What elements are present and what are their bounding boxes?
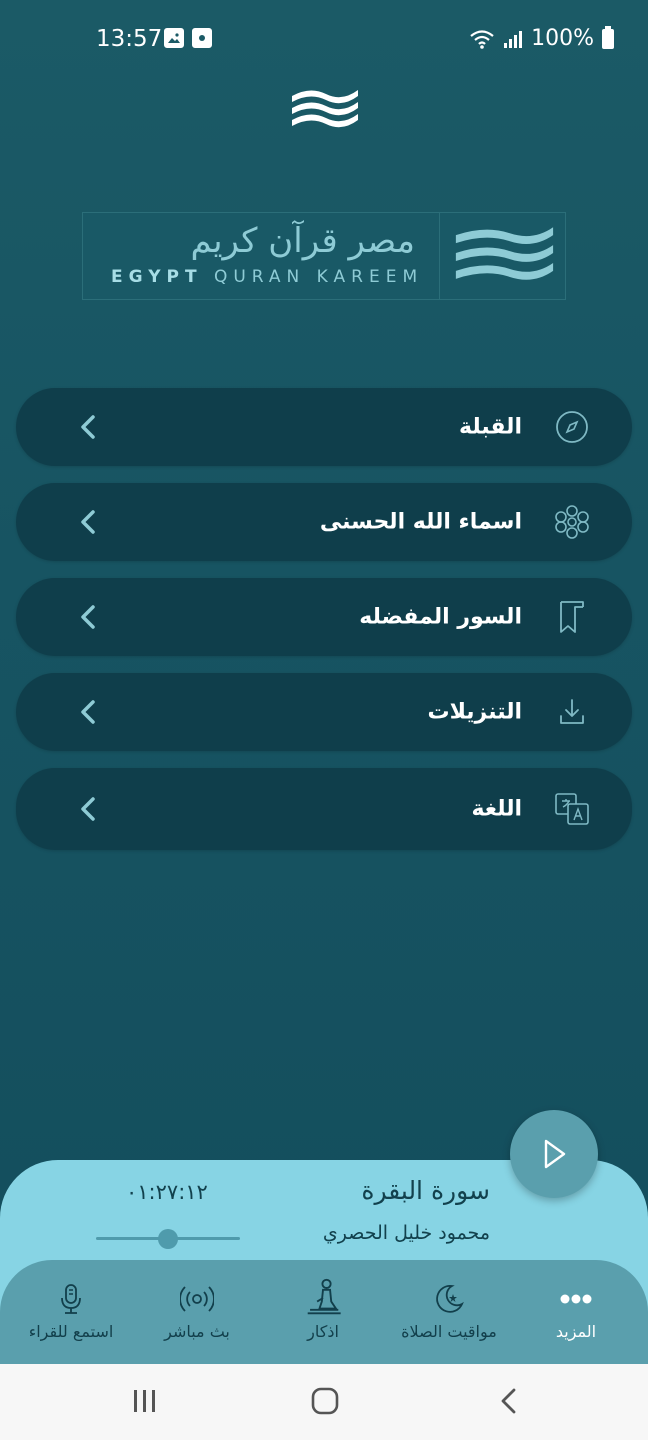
nav-label: بث مباشر (164, 1322, 230, 1341)
system-navigation-bar (0, 1364, 648, 1440)
crescent-icon (436, 1284, 464, 1313)
player-surah-name: سورة البقرة (361, 1176, 490, 1205)
nav-label: مواقيت الصلاة (401, 1322, 497, 1341)
menu-item-qibla[interactable]: القبلة (16, 388, 632, 466)
chevron-left-icon (81, 797, 95, 821)
recent-apps-icon[interactable] (130, 1386, 160, 1416)
signal-icon (504, 30, 523, 48)
player-time: ٠١:٢٧:١٢ (126, 1180, 208, 1204)
menu-item-names-of-allah[interactable]: اسماء الله الحسنى (16, 483, 632, 561)
chevron-left-icon (81, 605, 95, 629)
app-notification-icon (192, 28, 212, 48)
compass-icon (556, 411, 588, 443)
menu-item-label: السور المفضله (359, 604, 522, 630)
broadcast-icon (180, 1286, 214, 1312)
bookmark-icon (560, 601, 584, 633)
play-button[interactable] (510, 1110, 598, 1198)
more-dots-icon (560, 1294, 592, 1304)
nav-label: استمع للقراء (28, 1322, 114, 1341)
play-icon (544, 1139, 566, 1169)
nav-item-live-broadcast[interactable]: بث مباشر (132, 1260, 262, 1364)
gallery-notification-icon (164, 28, 184, 48)
wifi-icon (470, 29, 494, 49)
nav-item-more[interactable]: المزيد (511, 1260, 641, 1364)
notification-icons (164, 28, 212, 48)
banner-emblem-icon (439, 213, 554, 299)
battery-percent: 100% (531, 26, 594, 51)
nav-label: اذكار (307, 1322, 339, 1341)
ornament-icon (555, 505, 589, 539)
player-reciter-name: محمود خليل الحصري (322, 1222, 490, 1244)
nav-item-adhkar[interactable]: اذكار (258, 1260, 388, 1364)
app-logo-icon (292, 90, 358, 128)
menu-item-favorite-surahs[interactable]: السور المفضله (16, 578, 632, 656)
banner-english-rest: QURAN KAREEM (213, 267, 424, 287)
banner-english-title: EGYPT QURAN KAREEM (111, 267, 423, 287)
menu-item-label: القبلة (459, 414, 522, 440)
download-icon (560, 699, 584, 724)
chevron-left-icon (81, 415, 95, 439)
microphone-icon (61, 1284, 81, 1314)
nav-item-listen-reciters[interactable]: استمع للقراء (6, 1260, 136, 1364)
chevron-left-icon (81, 700, 95, 724)
player-progress-thumb[interactable] (158, 1229, 178, 1249)
status-bar: 13:57 100% (0, 0, 648, 80)
settings-menu: القبلة اسماء الله الحسنى السور المفضله ا… (16, 388, 632, 867)
menu-item-downloads[interactable]: التنزيلات (16, 673, 632, 751)
back-icon[interactable] (494, 1386, 524, 1416)
battery-icon (602, 25, 614, 49)
brand-banner: مصر قرآن كريم EGYPT QURAN KAREEM (82, 212, 566, 300)
bottom-navigation: المزيد مواقيت الصلاة اذكار بث مباشر استم… (0, 1260, 648, 1364)
translate-icon (555, 793, 589, 825)
home-icon[interactable] (310, 1386, 340, 1416)
menu-item-language[interactable]: اللغة (16, 768, 632, 850)
banner-english-word: EGYPT (111, 267, 203, 287)
status-time: 13:57 (96, 26, 163, 52)
menu-item-label: اسماء الله الحسنى (319, 509, 522, 535)
banner-arabic-title: مصر قرآن كريم (190, 221, 415, 261)
nav-item-prayer-times[interactable]: مواقيت الصلاة (384, 1260, 514, 1364)
status-right: 100% (469, 25, 614, 51)
chevron-left-icon (81, 510, 95, 534)
menu-item-label: التنزيلات (427, 699, 522, 725)
menu-item-label: اللغة (471, 796, 522, 822)
nav-label: المزيد (555, 1322, 597, 1341)
praying-person-icon (307, 1278, 341, 1315)
